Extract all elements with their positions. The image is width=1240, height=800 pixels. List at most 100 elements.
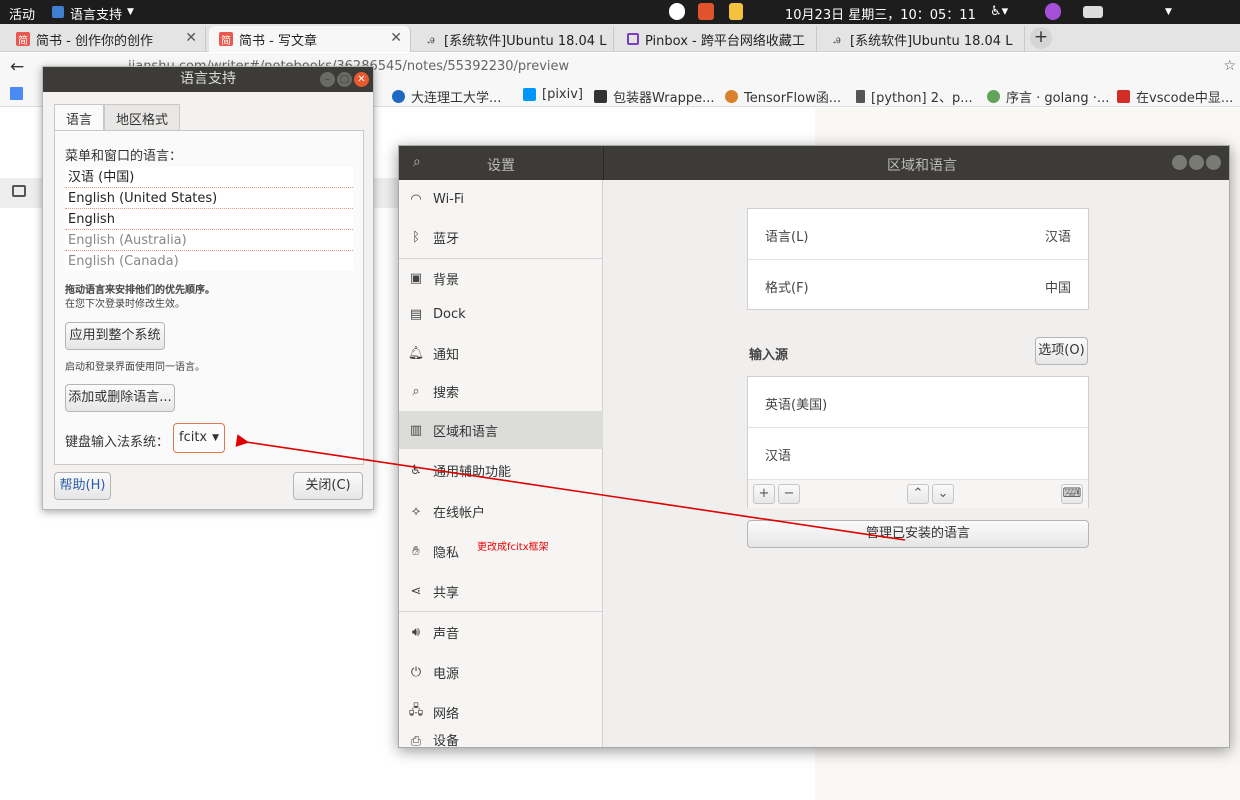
sidebar-divider	[399, 611, 603, 612]
maximize-icon[interactable]	[1189, 155, 1204, 170]
tab-title: [系统软件]Ubuntu 18.04 L	[850, 33, 1013, 49]
sidebar-item-devices[interactable]: ⎙ 设备	[399, 733, 603, 748]
list-item[interactable]: English	[65, 209, 353, 230]
bookmark-wrapper[interactable]: 包装器Wrappe...	[594, 87, 714, 106]
minimize-icon[interactable]: –	[320, 72, 335, 87]
region-icon: ▥	[409, 422, 423, 438]
csdn-icon	[1117, 90, 1130, 103]
list-item[interactable]: English (Canada)	[65, 251, 353, 271]
move-down-icon[interactable]: ⌄	[932, 484, 954, 504]
accessibility-tray-icon[interactable]: ♿▾	[990, 4, 1008, 19]
options-button[interactable]: 选项(O)	[1035, 337, 1088, 365]
list-item[interactable]: English (United States)	[65, 188, 353, 209]
keyboard-tray-icon[interactable]	[1083, 6, 1103, 18]
bookmark-python[interactable]: [python] 2、p...	[856, 87, 973, 106]
close-icon[interactable]: ✕	[354, 72, 369, 87]
image-icon[interactable]	[12, 185, 26, 197]
sogou-icon[interactable]	[698, 3, 714, 20]
sidebar-item-sound[interactable]: 🔊︎ 声音	[399, 613, 603, 651]
sidebar-item-accessibility[interactable]: ♿︎ 通用辅助功能	[399, 451, 603, 489]
formats-label: 格式(F)	[765, 281, 809, 296]
browser-tab-strip: 简 简书 - 创作你的创作 ✕ 简 简书 - 写文章 ✕ ꭿ [系统软件]Ubu…	[0, 24, 1240, 52]
jianshu-icon: 简	[16, 32, 30, 47]
bookmark-dlut[interactable]: 大连理工大学...	[392, 87, 501, 106]
pixiv-icon	[523, 88, 536, 101]
settings-app-title: 设置	[487, 158, 515, 174]
bookmark-pixiv[interactable]: [pixiv]	[523, 87, 583, 102]
tab-regional-formats[interactable]: 地区格式	[104, 104, 181, 130]
ime-select-value: fcitx	[179, 430, 208, 445]
close-icon[interactable]: ✕	[185, 30, 197, 46]
keyboard-layout-icon[interactable]: ⌨	[1061, 484, 1083, 504]
close-button[interactable]: 关闭(C)	[293, 472, 363, 500]
sidebar-item-wifi[interactable]: ◠ Wi-Fi	[399, 180, 603, 218]
formats-row[interactable]: 格式(F) 中国	[748, 260, 1088, 310]
apps-icon[interactable]	[10, 87, 29, 100]
close-icon[interactable]: ✕	[390, 30, 402, 46]
new-tab-button[interactable]: +	[1030, 27, 1052, 49]
tab-ubuntu-2[interactable]: ꭿ [系统软件]Ubuntu 18.04 L	[820, 26, 1025, 52]
maximize-icon[interactable]: □	[337, 72, 352, 87]
page-icon: ꭿ	[833, 31, 841, 46]
add-remove-languages-button[interactable]: 添加或删除语言...	[65, 384, 175, 412]
sidebar-item-network[interactable]: 🖧 网络	[399, 693, 603, 731]
sidebar-item-background[interactable]: ▣ 背景	[399, 259, 603, 297]
tab-jianshu-write[interactable]: 简 简书 - 写文章 ✕	[209, 26, 411, 52]
device-icon: ⎙	[410, 734, 422, 748]
add-input-source-button[interactable]: +	[753, 484, 775, 504]
sidebar-item-bluetooth[interactable]: ᛒ 蓝牙	[399, 218, 603, 256]
page-icon: ꭿ	[427, 31, 435, 46]
book-icon	[594, 90, 607, 103]
tab-pinbox[interactable]: Pinbox - 跨平台网络收藏工	[617, 26, 817, 52]
apply-hint: 启动和登录界面使用同一语言。	[65, 362, 205, 373]
clock[interactable]: 10月23日 星期三，10：05：11	[785, 4, 976, 23]
tab-title: 简书 - 创作你的创作	[36, 33, 153, 49]
remove-input-source-button[interactable]: −	[778, 484, 800, 504]
language-row[interactable]: 语言(L) 汉语	[748, 209, 1088, 259]
bookmark-vscode[interactable]: 在vscode中显...	[1117, 87, 1233, 106]
language-list[interactable]: 汉语 (中国) English (United States) English …	[65, 167, 353, 271]
settings-sidebar: ◠ Wi-Fi ᛒ 蓝牙 ▣ 背景 ▤ Dock 🔔︎ 通知 ⌕ 搜索 ▥ 区域和语言 ♿︎ 通…	[399, 180, 603, 748]
bell-icon: 🔔︎	[407, 345, 425, 361]
move-up-icon[interactable]: ⌃	[907, 484, 929, 504]
ime-select[interactable]: fcitx ▼	[173, 423, 225, 453]
list-item[interactable]: 汉语 (中国)	[65, 167, 353, 188]
back-arrow-icon[interactable]: ←	[10, 57, 24, 77]
search-icon[interactable]: ⌕	[413, 154, 421, 170]
input-source-row[interactable]: 汉语	[748, 428, 1088, 478]
annotation-note: 更改成fcitx框架	[477, 542, 549, 553]
star-icon[interactable]: ☆	[1223, 58, 1236, 74]
sidebar-item-region-language[interactable]: ▥ 区域和语言	[399, 411, 603, 449]
share-icon: ⋖	[410, 583, 422, 599]
input-method-icon[interactable]	[729, 3, 743, 20]
gnome-top-bar: 活动 语言支持 ▼ 10月23日 星期三，10：05：11 ♿▾ ▼	[0, 0, 1240, 24]
sidebar-item-dock[interactable]: ▤ Dock	[399, 295, 603, 333]
activities-button[interactable]: 活动	[9, 4, 35, 23]
sidebar-item-online-accounts[interactable]: ⟡ 在线帐户	[399, 492, 603, 530]
window-controls: – □ ✕	[320, 72, 369, 87]
tab-language[interactable]: 语言	[54, 104, 105, 130]
tab-jianshu-home[interactable]: 简 简书 - 创作你的创作 ✕	[6, 26, 206, 52]
minimize-icon[interactable]	[1172, 155, 1187, 170]
list-item[interactable]: English (Australia)	[65, 230, 353, 251]
sidebar-item-search[interactable]: ⌕ 搜索	[399, 372, 603, 410]
settings-header-bar: ⌕ 设置 区域和语言	[399, 146, 1229, 180]
input-source-row[interactable]: 英语(美国)	[748, 377, 1088, 427]
help-button[interactable]: 帮助(H)	[54, 472, 111, 500]
speaker-icon: 🔊︎	[411, 624, 421, 640]
bookmark-golang[interactable]: 序言 · golang ·...	[987, 87, 1109, 106]
close-icon[interactable]	[1206, 155, 1221, 170]
fire-icon[interactable]	[1045, 3, 1061, 20]
system-menu-arrow-icon[interactable]: ▼	[1165, 7, 1172, 17]
app-menu-label[interactable]: 语言支持	[70, 4, 122, 23]
drag-hint: 拖动语言来安排他们的优先顺序。	[65, 285, 215, 296]
bookmark-tensorflow[interactable]: TensorFlow函...	[725, 87, 841, 106]
qq-icon[interactable]	[669, 3, 685, 20]
sidebar-item-sharing[interactable]: ⋖ 共享	[399, 572, 603, 610]
tab-ubuntu-1[interactable]: ꭿ [系统软件]Ubuntu 18.04 L	[414, 26, 614, 52]
sidebar-item-power[interactable]: ⏻ 电源	[399, 653, 603, 691]
ime-label: 键盘输入法系统：	[65, 435, 170, 450]
sidebar-item-notifications[interactable]: 🔔︎ 通知	[399, 334, 603, 372]
apply-system-wide-button[interactable]: 应用到整个系统	[65, 322, 165, 350]
manage-installed-languages-button[interactable]: 管理已安装的语言	[747, 520, 1089, 548]
